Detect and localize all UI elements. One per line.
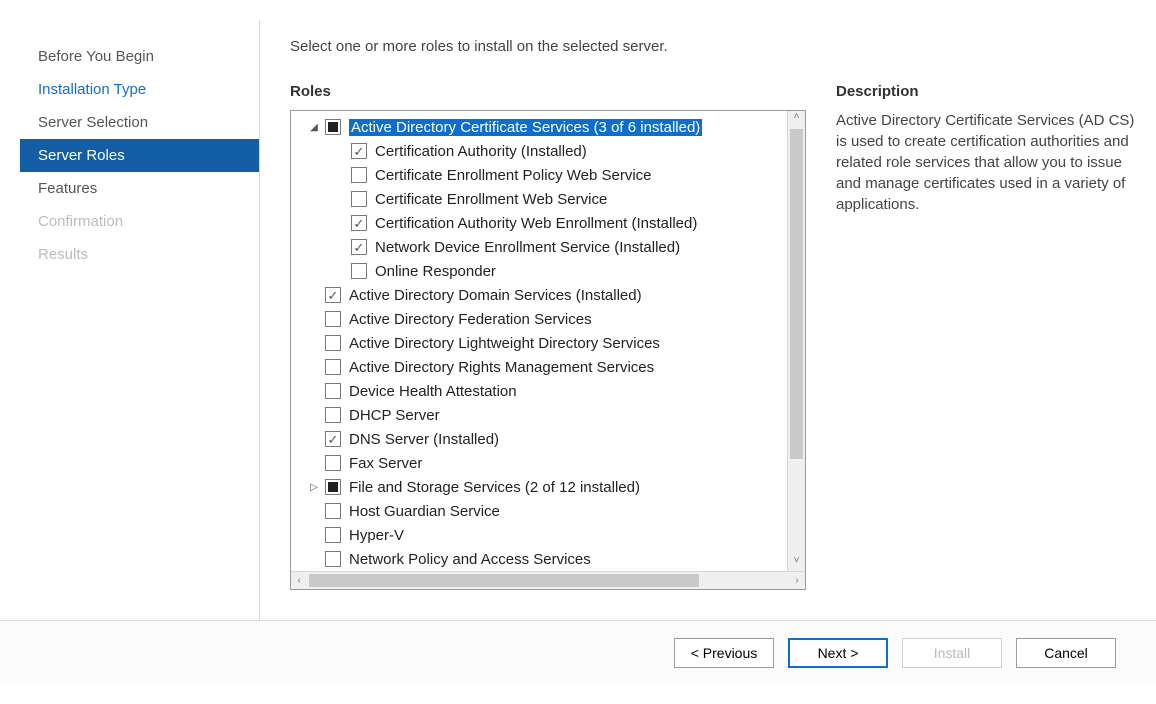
role-label: Active Directory Domain Services (Instal…	[349, 287, 642, 304]
scrollbar-thumb[interactable]	[790, 129, 803, 459]
role-service-item[interactable]: Certification Authority (Installed)	[297, 139, 787, 163]
checkbox[interactable]	[351, 215, 367, 231]
role-service-label: Network Device Enrollment Service (Insta…	[375, 239, 680, 256]
checkbox[interactable]	[351, 239, 367, 255]
scroll-up-icon[interactable]: ˄	[788, 111, 805, 127]
role-service-item[interactable]: Network Device Enrollment Service (Insta…	[297, 235, 787, 259]
scroll-right-icon[interactable]: ›	[789, 572, 805, 589]
install-button: Install	[902, 638, 1002, 668]
checkbox[interactable]	[325, 311, 341, 327]
role-service-label: Certification Authority Web Enrollment (…	[375, 215, 697, 232]
checkbox[interactable]	[325, 479, 341, 495]
step-features[interactable]: Features	[20, 172, 259, 205]
role-item[interactable]: Network Policy and Access Services	[297, 547, 787, 571]
role-item[interactable]: Active Directory Federation Services	[297, 307, 787, 331]
role-service-item[interactable]: Certificate Enrollment Policy Web Servic…	[297, 163, 787, 187]
checkbox[interactable]	[325, 287, 341, 303]
step-server-roles[interactable]: Server Roles	[20, 139, 259, 172]
next-button[interactable]: Next >	[788, 638, 888, 668]
role-label: Host Guardian Service	[349, 503, 500, 520]
role-service-label: Online Responder	[375, 263, 496, 280]
roles-heading: Roles	[290, 83, 806, 100]
previous-button[interactable]: < Previous	[674, 638, 774, 668]
role-service-item[interactable]: Certificate Enrollment Web Service	[297, 187, 787, 211]
role-item[interactable]: ▷ File and Storage Services (2 of 12 inst…	[297, 475, 787, 499]
checkbox[interactable]	[325, 527, 341, 543]
role-label: DHCP Server	[349, 407, 440, 424]
vertical-scrollbar[interactable]: ˄ ˅	[787, 111, 805, 571]
checkbox[interactable]	[325, 431, 341, 447]
wizard-button-bar: < Previous Next > Install Cancel	[0, 620, 1156, 684]
checkbox[interactable]	[325, 383, 341, 399]
role-label: Active Directory Certificate Services (3…	[349, 119, 702, 136]
role-service-label: Certificate Enrollment Policy Web Servic…	[375, 167, 652, 184]
role-item[interactable]: Active Directory Rights Management Servi…	[297, 355, 787, 379]
role-item[interactable]: Active Directory Lightweight Directory S…	[297, 331, 787, 355]
role-label: Hyper-V	[349, 527, 404, 544]
role-label: Network Policy and Access Services	[349, 551, 591, 568]
checkbox[interactable]	[325, 551, 341, 567]
checkbox[interactable]	[351, 263, 367, 279]
role-item[interactable]: Fax Server	[297, 451, 787, 475]
role-item[interactable]: ◢ Active Directory Certificate Services (…	[297, 115, 787, 139]
instruction-text: Select one or more roles to install on t…	[290, 38, 1136, 55]
role-service-item[interactable]: Certification Authority Web Enrollment (…	[297, 211, 787, 235]
role-label: Fax Server	[349, 455, 422, 472]
checkbox[interactable]	[325, 335, 341, 351]
description-text: Active Directory Certificate Services (A…	[836, 110, 1136, 215]
role-label: DNS Server (Installed)	[349, 431, 499, 448]
role-service-label: Certificate Enrollment Web Service	[375, 191, 607, 208]
role-item[interactable]: Device Health Attestation	[297, 379, 787, 403]
scroll-left-icon[interactable]: ‹	[291, 572, 307, 589]
cancel-button[interactable]: Cancel	[1016, 638, 1116, 668]
checkbox[interactable]	[351, 167, 367, 183]
role-service-label: Certification Authority (Installed)	[375, 143, 587, 160]
step-installation-type[interactable]: Installation Type	[20, 73, 259, 106]
step-results: Results	[20, 238, 259, 271]
role-item[interactable]: Hyper-V	[297, 523, 787, 547]
checkbox[interactable]	[325, 407, 341, 423]
role-label: Active Directory Rights Management Servi…	[349, 359, 654, 376]
checkbox[interactable]	[351, 143, 367, 159]
role-item[interactable]: Host Guardian Service	[297, 499, 787, 523]
step-confirmation: Confirmation	[20, 205, 259, 238]
role-label: Active Directory Lightweight Directory S…	[349, 335, 660, 352]
collapse-icon[interactable]: ◢	[307, 122, 321, 133]
role-label: Device Health Attestation	[349, 383, 517, 400]
roles-tree[interactable]: ◢ Active Directory Certificate Services (…	[290, 110, 806, 590]
role-item[interactable]: DHCP Server	[297, 403, 787, 427]
checkbox[interactable]	[325, 455, 341, 471]
scroll-down-icon[interactable]: ˅	[788, 555, 805, 571]
checkbox[interactable]	[325, 359, 341, 375]
role-label: File and Storage Services (2 of 12 insta…	[349, 479, 640, 496]
role-item[interactable]: DNS Server (Installed)	[297, 427, 787, 451]
description-heading: Description	[836, 83, 1136, 100]
step-before-you-begin[interactable]: Before You Begin	[20, 40, 259, 73]
expand-icon[interactable]: ▷	[307, 482, 321, 493]
step-server-selection[interactable]: Server Selection	[20, 106, 259, 139]
scrollbar-thumb[interactable]	[309, 574, 699, 587]
role-label: Active Directory Federation Services	[349, 311, 592, 328]
horizontal-scrollbar[interactable]: ‹ ›	[291, 571, 805, 589]
role-item[interactable]: Active Directory Domain Services (Instal…	[297, 283, 787, 307]
checkbox[interactable]	[325, 119, 341, 135]
wizard-steps: Before You Begin Installation Type Serve…	[20, 20, 260, 620]
role-service-item[interactable]: Online Responder	[297, 259, 787, 283]
checkbox[interactable]	[325, 503, 341, 519]
checkbox[interactable]	[351, 191, 367, 207]
